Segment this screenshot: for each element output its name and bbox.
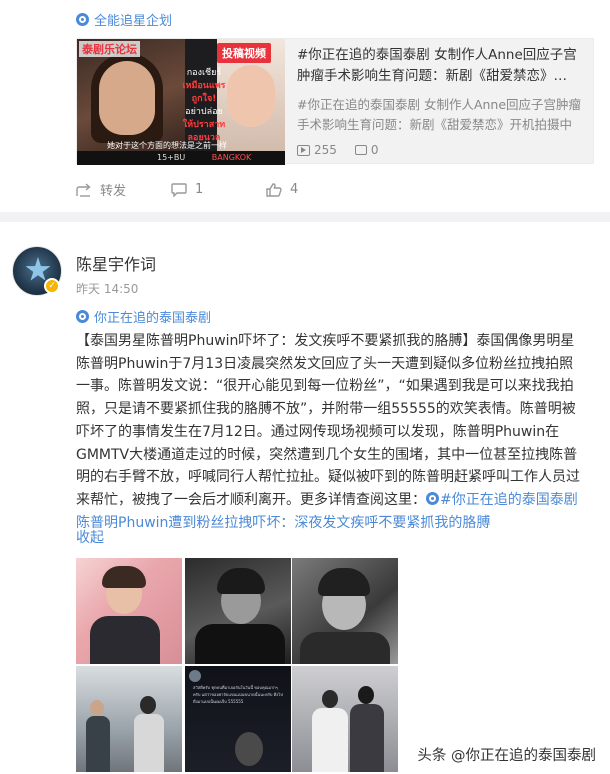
post-photo[interactable]	[76, 666, 182, 772]
post-topic-label: 你正在追的泰国泰剧	[94, 311, 212, 326]
like-icon	[266, 182, 282, 197]
action-bar: 转发 1 4	[76, 180, 361, 199]
author-name[interactable]: 陈星宇作词	[76, 251, 156, 275]
thumbnail-thai-text: กองเชียร์ เหมือนแพร ถูกใจ! อย่าปล่อย ให้…	[182, 68, 226, 143]
post-photo[interactable]	[292, 558, 398, 664]
thumbnail-logo: 泰剧乐论坛	[79, 41, 140, 57]
top-topic-label: 全能追星企划	[94, 14, 173, 29]
post-photo[interactable]	[292, 666, 398, 772]
collapse-link[interactable]: 收起	[76, 527, 104, 547]
source-watermark: 头条 @你正在追的泰国泰剧	[413, 742, 600, 767]
post-body: 【泰国男星陈普明Phuwin吓坏了：发文疾呼不要紧抓我的胳膊】泰国偶像男明星 陈…	[76, 330, 600, 534]
video-thumbnail[interactable]: 泰剧乐论坛 投稿视频 กองเชียร์ เหมือนแพร ถูกใจ! อย…	[77, 39, 285, 165]
submission-badge: 投稿视频	[217, 43, 271, 63]
repost-icon	[76, 182, 91, 197]
play-icon	[297, 144, 310, 156]
post-photo[interactable]: สวัสดีครับ ทุกคนที่มาเจอกันในวันนี้ ขอบค…	[185, 666, 291, 772]
topic-icon	[76, 13, 89, 26]
comment-icon	[354, 145, 367, 155]
feed-divider	[0, 212, 610, 222]
post-photo[interactable]	[76, 558, 182, 664]
shared-video-card[interactable]: 泰剧乐论坛 投稿视频 กองเชียร์ เหมือนแพร ถูกใจ! อย…	[76, 38, 594, 165]
topic-icon	[426, 491, 439, 505]
inline-article-link[interactable]: 陈普明Phuwin遭到粉丝拉拽吓坏：深夜发文疾呼不要紧抓我的胳膊	[76, 512, 600, 535]
top-topic-link[interactable]: 全能追星企划	[76, 10, 172, 29]
play-count: 255	[297, 143, 337, 157]
thumbnail-caption: 她对于这个方面的想法是之前一样	[107, 141, 227, 150]
post-topic-link[interactable]: 你正在追的泰国泰剧	[76, 307, 211, 326]
inline-topic-link[interactable]: #你正在追的泰国泰剧	[426, 491, 578, 508]
shared-card-stats: 255 0	[297, 143, 379, 157]
repost-button[interactable]: 转发	[76, 180, 171, 199]
comment-icon	[171, 182, 187, 197]
thumbnail-footer: 15+BU BANGKOK	[77, 151, 285, 165]
verified-icon: ✓	[44, 278, 60, 294]
post-photo[interactable]	[185, 558, 291, 664]
like-button[interactable]: 4	[266, 180, 361, 199]
shared-card-description: #你正在追的泰国泰剧 女制作人Anne回应子宫肿瘤手术影响生育问题：新剧《甜爱禁…	[297, 97, 582, 132]
topic-icon	[76, 310, 89, 323]
card-comment-count: 0	[354, 143, 379, 157]
shared-card-title[interactable]: #你正在追的泰国泰剧 女制作人Anne回应子宫肿瘤手术影响生育问题：新剧《甜爱禁…	[297, 45, 587, 87]
comment-button[interactable]: 1	[171, 180, 266, 199]
post-timestamp: 昨天 14:50	[76, 282, 139, 296]
